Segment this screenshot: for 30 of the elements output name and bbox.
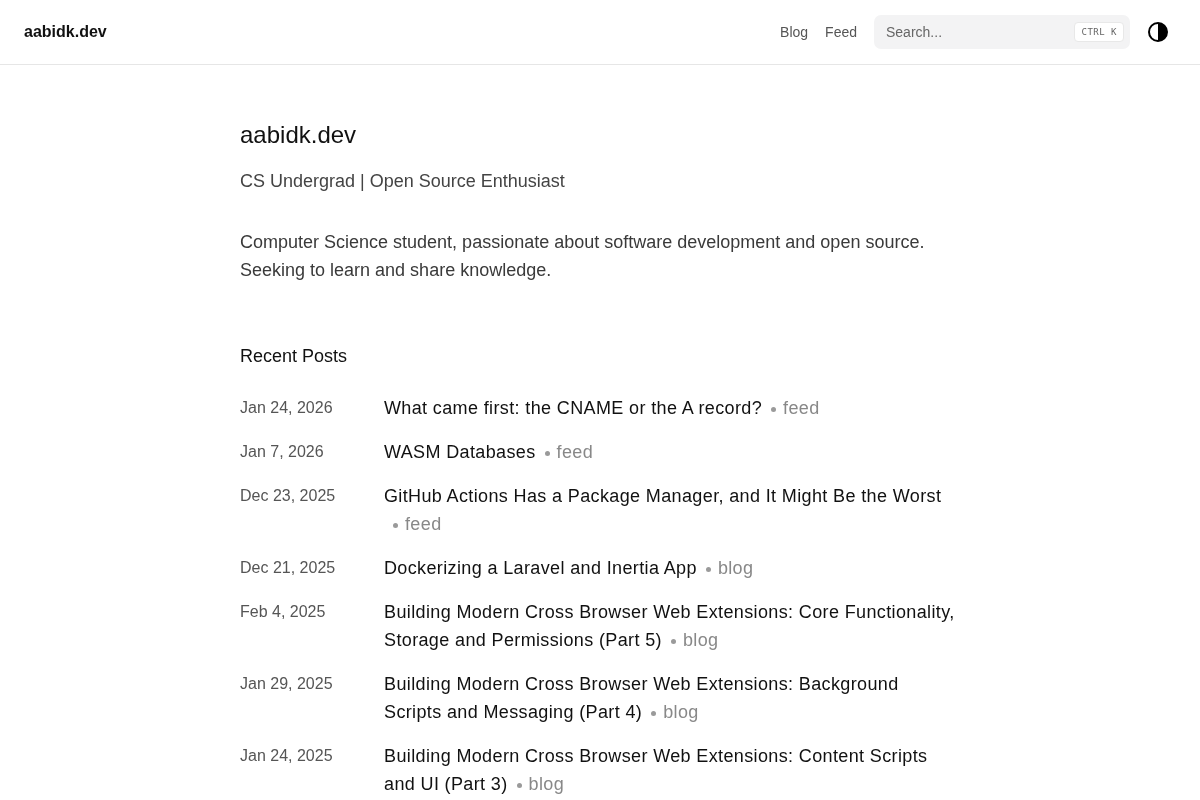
post-date: Jan 7, 2026 bbox=[240, 442, 325, 462]
post-date: Jan 24, 2026 bbox=[240, 398, 334, 418]
contrast-icon bbox=[1148, 22, 1168, 42]
post-date: Jan 29, 2025 bbox=[240, 674, 334, 694]
dot-icon bbox=[544, 450, 550, 456]
dot-icon bbox=[670, 638, 676, 644]
post-link[interactable]: Building Modern Cross Browser Web Extensions: Background Scripts and Messaging (Part 4) blog bbox=[384, 670, 960, 726]
post-date: Feb 4, 2025 bbox=[240, 602, 327, 622]
bio-text: Computer Science student, passionate about software development and open source. Seeking to learn and share knowledge. bbox=[240, 231, 926, 282]
dot-icon bbox=[651, 710, 657, 716]
site-title: aabidk.dev bbox=[240, 120, 358, 150]
tagline: CS Undergrad | Open Source Enthusiast bbox=[240, 170, 566, 193]
nav-link[interactable]: Blog bbox=[780, 24, 809, 40]
keyboard-shortcut: CTRL K bbox=[1074, 22, 1124, 42]
post-date: Dec 23, 2025 bbox=[240, 486, 337, 506]
post-link[interactable]: What came first: the CNAME or the A record? feed bbox=[384, 394, 960, 422]
post-link[interactable]: Dockerizing a Laravel and Inertia App blog bbox=[384, 554, 960, 582]
site-logo[interactable]: aabidk.dev bbox=[24, 23, 107, 41]
post-link[interactable]: GitHub Actions Has a Package Manager, and It Might Be the Worst feed bbox=[384, 482, 960, 538]
post-date: Dec 21, 2025 bbox=[240, 558, 337, 578]
post-link[interactable]: Building Modern Cross Browser Web Extensions: Core Functionality, Storage and Permissions (Part 5) blog bbox=[384, 598, 960, 654]
post-date: Jan 24, 2025 bbox=[240, 746, 334, 766]
section-heading: Recent Posts bbox=[240, 345, 349, 368]
dot-icon bbox=[771, 406, 777, 412]
nav-link[interactable]: Feed bbox=[825, 24, 857, 40]
dot-icon bbox=[393, 522, 398, 528]
dot-icon bbox=[516, 782, 522, 788]
post-link[interactable]: WASM Databases feed bbox=[384, 438, 960, 466]
dot-icon bbox=[705, 566, 711, 572]
post-link[interactable]: Building Modern Cross Browser Web Extensions: Content Scripts and UI (Part 3) blog bbox=[384, 742, 960, 798]
